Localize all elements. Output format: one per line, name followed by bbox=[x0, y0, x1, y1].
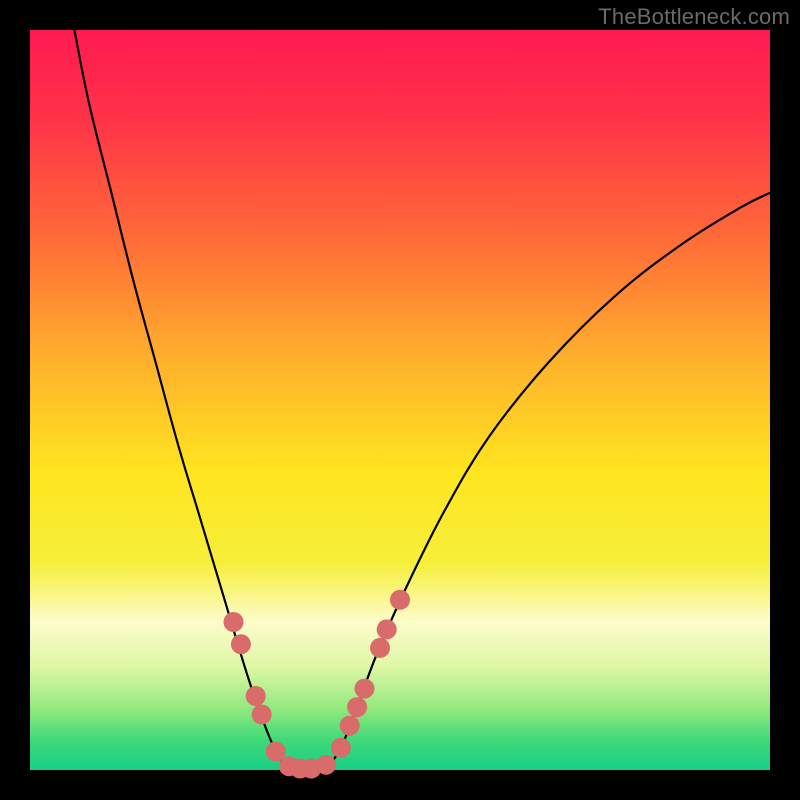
marker-dot bbox=[354, 679, 374, 699]
chart-svg bbox=[0, 0, 800, 800]
marker-dot bbox=[316, 755, 336, 775]
plot-background bbox=[30, 30, 770, 770]
watermark-text: TheBottleneck.com bbox=[598, 4, 790, 30]
chart-frame: TheBottleneck.com bbox=[0, 0, 800, 800]
marker-dot bbox=[224, 612, 244, 632]
marker-dot bbox=[331, 738, 351, 758]
marker-dot bbox=[246, 686, 266, 706]
marker-dot bbox=[347, 697, 367, 717]
marker-dot bbox=[390, 590, 410, 610]
marker-dot bbox=[377, 619, 397, 639]
marker-dot bbox=[370, 638, 390, 658]
marker-dot bbox=[266, 742, 286, 762]
marker-dot bbox=[252, 705, 272, 725]
marker-dot bbox=[231, 634, 251, 654]
marker-dot bbox=[340, 716, 360, 736]
